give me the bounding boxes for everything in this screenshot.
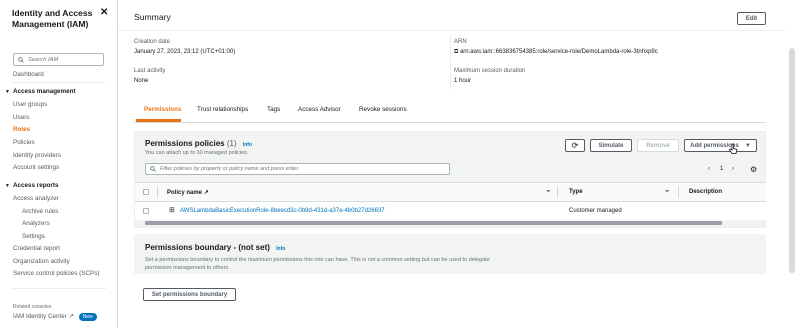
external-link-icon: ↗ (68, 313, 74, 320)
tab-tags[interactable]: Tags (267, 106, 280, 113)
arn-row: ⧉ arn:aws:iam::663836754385:role/service… (454, 49, 658, 56)
tab-access-advisor[interactable]: Access Advisor (298, 106, 341, 113)
summary-title: Summary (134, 12, 171, 22)
sidebar-item-identity-providers[interactable]: Identity providers (13, 152, 61, 159)
boundary-title: Permissions boundary - (not set) (145, 243, 270, 252)
copy-icon[interactable]: ⧉ (454, 49, 458, 55)
sidebar-item-dashboard[interactable]: Dashboard (13, 71, 44, 78)
summary-divider (118, 30, 786, 31)
column-separator (557, 186, 558, 198)
caret-down-icon: ▼ (744, 142, 751, 149)
max-session-value: 1 hour (454, 78, 472, 84)
last-activity-value: None (134, 78, 149, 84)
sidebar-section-access-management[interactable]: ▼ Access management (5, 88, 76, 95)
select-all-checkbox[interactable] (143, 189, 149, 195)
add-permissions-button[interactable]: Add permissions ▼ (684, 139, 757, 152)
sidebar-item-policies[interactable]: Policies (13, 139, 35, 146)
arn-value: arn:aws:iam::663836754385:role/service-r… (459, 49, 658, 55)
sidebar-section-access-reports[interactable]: ▼ Access reports (5, 182, 58, 189)
next-page-icon[interactable]: › (732, 166, 734, 172)
main-content: Summary Edit Creation date January 27, 2… (118, 0, 786, 328)
sidebar-item-organization-activity[interactable]: Organization activity (13, 258, 70, 265)
permissions-subtitle: You can attach up to 10 managed policies… (145, 150, 249, 156)
sidebar-item-users[interactable]: Users (13, 114, 29, 121)
sort-icon[interactable]: ⏷ (546, 189, 551, 196)
column-separator (678, 186, 679, 198)
policy-name-link[interactable]: AWSLambdaBasicExecutionRole-8beecd3c-0b9… (180, 208, 385, 214)
close-icon[interactable]: ✕ (100, 7, 108, 18)
edit-button[interactable]: Edit (737, 12, 766, 25)
column-description[interactable]: Description (689, 189, 722, 195)
sort-icon[interactable]: ⏷ (665, 189, 670, 196)
sidebar: Identity and Access Management (IAM) ✕ D… (0, 0, 118, 328)
table-header (135, 182, 766, 202)
sidebar-item-access-analyzer[interactable]: Access analyzer (13, 195, 59, 202)
simulate-button[interactable]: Simulate (590, 139, 632, 152)
creation-date-label: Creation date (134, 39, 171, 45)
prev-page-icon[interactable]: ‹ (708, 166, 710, 172)
creation-date-value: January 27, 2023, 23:12 (UTC+01:00) (134, 49, 236, 55)
mouse-cursor-icon (729, 143, 738, 154)
column-policy-name[interactable]: Policy name ↗ (167, 189, 209, 196)
remove-button[interactable]: Remove (637, 139, 679, 152)
row-checkbox[interactable] (143, 208, 149, 214)
boundary-info-link[interactable]: Info (276, 246, 285, 252)
boundary-title-row: Permissions boundary - (not set) Info (145, 243, 285, 252)
page-number[interactable]: 1 (720, 166, 723, 172)
sidebar-item-roles[interactable]: Roles (13, 126, 30, 133)
search-icon (150, 166, 156, 172)
sidebar-item-user-groups[interactable]: User groups (13, 101, 47, 108)
column-type[interactable]: Type (569, 189, 583, 195)
search-box[interactable] (13, 53, 104, 66)
identity-center-label: IAM Identity Center (13, 313, 67, 320)
set-permissions-boundary-button[interactable]: Set permissions boundary (143, 288, 236, 301)
sidebar-divider (12, 288, 106, 289)
section-label: Access management (12, 88, 76, 95)
sidebar-item-settings[interactable]: Settings (22, 233, 45, 240)
arn-label: ARN (454, 39, 467, 45)
sidebar-item-credential-report[interactable]: Credential report (13, 245, 60, 252)
last-activity-label: Last activity (134, 68, 166, 74)
sidebar-divider (12, 82, 106, 83)
column-separator (157, 186, 158, 198)
sidebar-item-identity-center[interactable]: IAM Identity Center ↗ New (13, 313, 97, 321)
sidebar-item-analyzers[interactable]: Analyzers (22, 220, 50, 227)
refresh-icon: ⟳ (571, 141, 579, 150)
boundary-description: Set a permissions boundary to control th… (145, 257, 490, 271)
refresh-button[interactable]: ⟳ (565, 139, 585, 152)
tabs-divider (134, 122, 766, 123)
tab-permissions[interactable]: Permissions (144, 106, 181, 113)
active-tab-indicator (136, 119, 181, 122)
page-scrollbar[interactable] (786, 0, 800, 328)
section-label: Access reports (12, 182, 59, 189)
sidebar-item-archive-rules[interactable]: Archive rules (22, 208, 58, 215)
permissions-title-row: Permissions policies (1) Info (145, 139, 252, 148)
sidebar-item-scps[interactable]: Service control policies (SCPs) (13, 270, 99, 277)
search-icon (18, 56, 24, 63)
external-link-icon: ↗ (203, 190, 209, 196)
filter-input[interactable] (160, 166, 440, 172)
sidebar-title: Identity and Access Management (IAM) (12, 8, 93, 29)
permissions-count: (1) (226, 139, 237, 148)
filter-box[interactable] (145, 163, 450, 175)
caret-down-icon: ▼ (5, 89, 10, 95)
summary-column-divider (450, 34, 451, 89)
policy-type: Customer managed (569, 208, 622, 214)
column-label: Policy name (167, 190, 203, 196)
related-consoles-label: Related consoles (13, 304, 52, 310)
caret-down-icon: ▼ (5, 183, 10, 189)
new-badge: New (78, 313, 97, 321)
search-input[interactable] (28, 56, 98, 63)
table-scrollbar-thumb[interactable] (145, 221, 722, 225)
settings-gear-icon[interactable]: ⚙ (750, 165, 757, 174)
expand-icon[interactable]: ⊞ (169, 206, 175, 214)
permissions-title: Permissions policies (145, 139, 225, 148)
sidebar-item-account-settings[interactable]: Account settings (13, 164, 59, 171)
max-session-label: Maximum session duration (454, 68, 526, 74)
permissions-info-link[interactable]: Info (243, 142, 252, 148)
tab-revoke-sessions[interactable]: Revoke sessions (359, 106, 407, 113)
page-scrollbar-thumb[interactable] (789, 48, 795, 273)
tab-trust-relationships[interactable]: Trust relationships (197, 106, 248, 113)
